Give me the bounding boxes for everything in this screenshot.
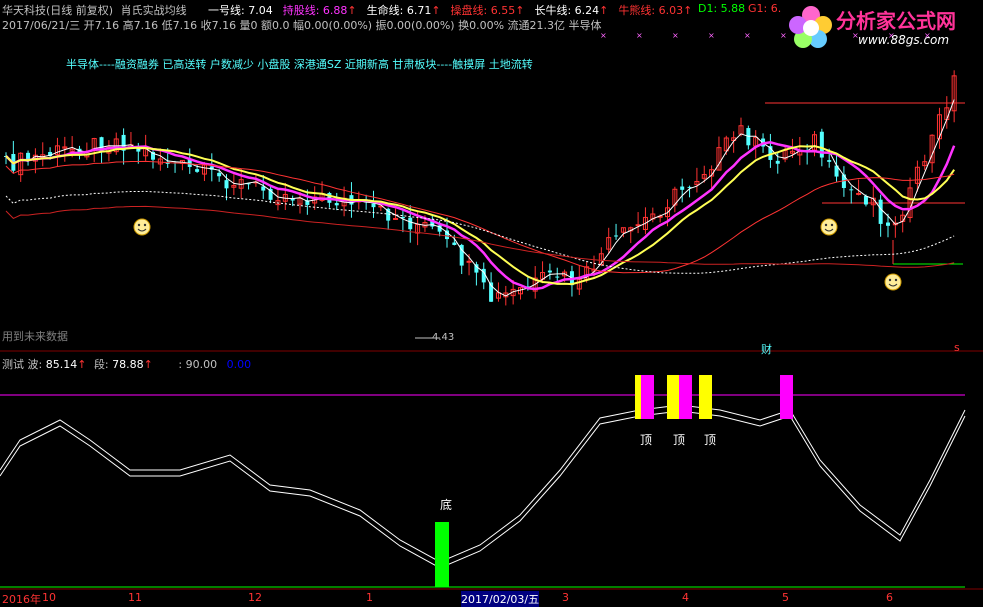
candle-body (863, 196, 868, 205)
x-tick: 10 (42, 591, 56, 604)
candle-body (224, 180, 229, 189)
x-tick: 1 (366, 591, 373, 604)
level-value: : 90.00 (178, 358, 218, 371)
x-tick: 5 (782, 591, 789, 604)
top-signal-bar (641, 375, 654, 419)
signal-marker: × (672, 31, 679, 40)
top-signal-label: 顶 (704, 433, 717, 447)
candle-body (547, 270, 552, 273)
candle-body (775, 160, 780, 164)
x-tick: 2016年 (2, 593, 41, 606)
top-signal-label: 顶 (673, 433, 686, 447)
top-signal-label: 顶 (640, 433, 653, 447)
ma1-line (5, 99, 955, 297)
candle-body (886, 222, 890, 226)
indicator-name: 肖氏实战均线 (120, 4, 187, 17)
candle-body (452, 242, 457, 245)
flower-icon (789, 6, 832, 48)
seg-value: 78.88 (112, 358, 144, 371)
smiley-icon (133, 218, 151, 239)
quote-info: 2017/06/21/三 开7.16 高7.16 低7.16 收7.16 量0 … (2, 19, 602, 32)
ma-legend-item: 长牛线: 6.24↑ (534, 4, 609, 17)
smiley-icon (820, 218, 838, 239)
x-tick: 4 (682, 591, 689, 604)
d1-value: D1: 5.88 (698, 2, 746, 15)
site-logo: 分析家公式网 www.88gs.com (786, 3, 983, 51)
future-data-note: 用到未来数据 (2, 330, 68, 343)
candle-body (827, 160, 832, 162)
s-marker[interactable]: s (954, 341, 960, 354)
sub-indicator-header: 测试 波: 85.14↑ 段: 78.88↑ : 90.00 0.00 (2, 356, 251, 372)
ma-legend-item: 一号线: 7.04 (208, 4, 273, 17)
ma-legend: 一号线: 7.04 持股线: 6.88↑ 生命线: 6.71↑ 操盘线: 6.55↑ 长… (208, 2, 702, 18)
logo-title: 分析家公式网 (836, 9, 956, 33)
zero-value: 0.00 (226, 358, 252, 371)
ma-legend-item: 操盘线: 6.55↑ (450, 4, 525, 17)
ma-trend-arrow: ↑ (515, 4, 525, 17)
seg-label: 段: (93, 358, 109, 371)
title-row: 华天科技(日线 前复权) 肖氏实战均线 (2, 2, 187, 18)
candle-body (393, 217, 399, 220)
ma-trend-arrow: ↑ (599, 4, 609, 17)
x-tick: 12 (248, 591, 262, 604)
candle-body (856, 192, 862, 195)
logo-url: www.88gs.com (858, 33, 950, 47)
g1-value: G1: 6. (748, 2, 782, 15)
x-tick: 6 (886, 591, 893, 604)
concept-tags: 半导体----融资融券 已高送转 户数减少 小盘股 深港通SZ 近期新高 甘肃板… (66, 58, 533, 71)
candle-body (555, 276, 560, 278)
segment-line (0, 410, 966, 569)
x-tick: 11 (128, 591, 142, 604)
ma-legend-item: 牛熊线: 6.03↑ (618, 4, 693, 17)
top-signal-bar (667, 375, 680, 419)
bottom-signal-bar (435, 522, 449, 587)
signal-marker: × (744, 31, 751, 40)
ma-trend-arrow: ↑ (347, 4, 357, 17)
signal-marker: × (708, 31, 715, 40)
candle-body (217, 172, 222, 177)
sub-indicator-name: 测试 (2, 358, 24, 371)
x-tick: 3 (562, 591, 569, 604)
x-cursor-date: 2017/02/03/五 (461, 591, 540, 607)
smiley-icon (884, 273, 902, 294)
candle-body (334, 203, 339, 206)
stock-name: 华天科技(日线 前复权) (2, 4, 114, 17)
wave-value: 85.14 (45, 358, 78, 371)
ma-trend-arrow: ↑ (431, 4, 441, 17)
seg-arrow: ↑ (143, 358, 153, 371)
top-signal-bar (679, 375, 692, 419)
candle-body (466, 260, 472, 263)
wave-label: 波: (27, 358, 43, 371)
candle-body (849, 189, 854, 191)
candle-body (195, 169, 200, 172)
low-price-label: 4.43 (432, 332, 455, 343)
wave-arrow: ↑ (77, 358, 87, 371)
candle-body (371, 203, 376, 208)
finance-marker[interactable]: 财 (761, 341, 772, 357)
wave-line (0, 404, 966, 563)
chart-canvas[interactable]: ×××××××××× (0, 0, 983, 604)
life-line (5, 145, 955, 286)
candle-body (614, 235, 619, 237)
hold-line (5, 141, 956, 291)
candle-body (680, 186, 685, 190)
ma-legend-item: 持股线: 6.88↑ (282, 4, 357, 17)
ma-legend-item: 生命线: 6.71↑ (366, 4, 441, 17)
bottom-signal-label: 底 (440, 498, 453, 512)
candle-body (408, 217, 413, 230)
top-signal-bar (699, 375, 712, 419)
signal-marker: × (636, 31, 643, 40)
top-signal-bar (780, 375, 793, 419)
candle-body (878, 199, 883, 224)
ma-trend-arrow: ↑ (683, 4, 693, 17)
